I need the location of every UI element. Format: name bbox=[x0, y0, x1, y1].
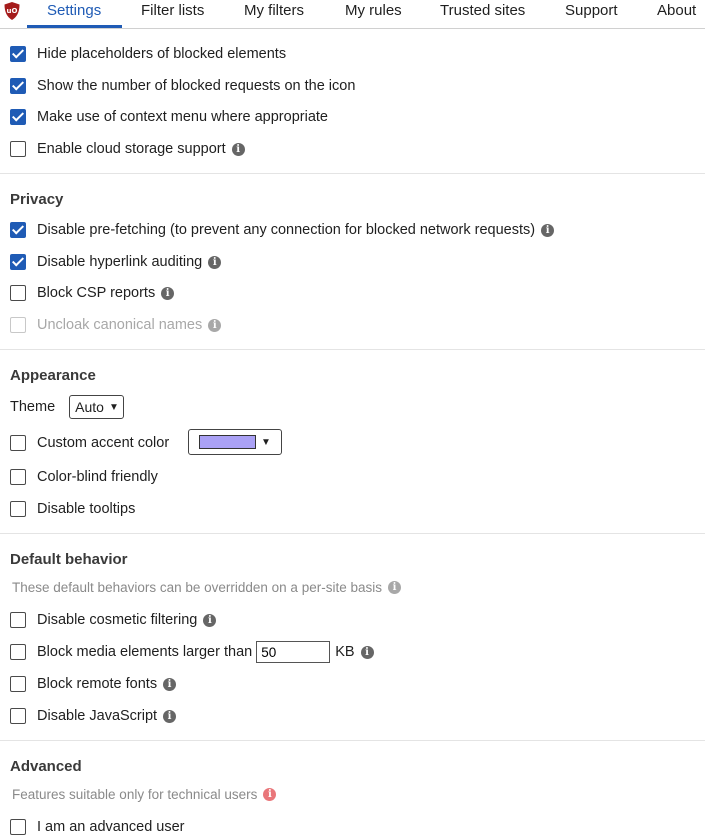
checkbox[interactable] bbox=[10, 109, 26, 125]
setting-block-large-media[interactable]: Block media elements larger than KB i bbox=[10, 641, 374, 663]
section-divider bbox=[0, 349, 705, 350]
checkbox[interactable] bbox=[10, 285, 26, 301]
note-text: These default behaviors can be overridde… bbox=[12, 580, 382, 595]
tab-bar: uO Settings Filter lists My filters My r… bbox=[0, 0, 705, 29]
checkbox[interactable] bbox=[10, 708, 26, 724]
section-heading-privacy: Privacy bbox=[10, 191, 64, 208]
setting-custom-accent-color[interactable]: Custom accent color bbox=[10, 433, 169, 453]
setting-disable-javascript[interactable]: Disable JavaScript i bbox=[10, 706, 177, 726]
section-divider bbox=[0, 533, 705, 534]
setting-theme: Theme Auto ▼ bbox=[10, 394, 124, 420]
setting-label: I am an advanced user bbox=[37, 819, 185, 835]
setting-label: Disable pre-fetching (to prevent any con… bbox=[37, 222, 536, 238]
checkbox[interactable] bbox=[10, 501, 26, 517]
setting-label: Make use of context menu where appropria… bbox=[37, 109, 328, 125]
checkbox[interactable] bbox=[10, 254, 26, 270]
checkbox[interactable] bbox=[10, 222, 26, 238]
accent-color-select[interactable]: ▼ bbox=[188, 429, 282, 455]
setting-label: Hide placeholders of blocked elements bbox=[37, 46, 287, 62]
info-icon[interactable]: i bbox=[231, 142, 245, 156]
tab-settings[interactable]: Settings bbox=[47, 0, 101, 28]
section-heading-advanced: Advanced bbox=[10, 758, 82, 775]
section-heading-appearance: Appearance bbox=[10, 367, 96, 384]
tab-my-rules[interactable]: My rules bbox=[345, 0, 402, 28]
theme-label: Theme bbox=[10, 399, 56, 415]
section-divider bbox=[0, 740, 705, 741]
setting-disable-cosmetic-filtering[interactable]: Disable cosmetic filtering i bbox=[10, 610, 217, 630]
section-divider bbox=[0, 173, 705, 174]
section-note: Features suitable only for technical use… bbox=[12, 787, 277, 802]
theme-select[interactable]: Auto ▼ bbox=[69, 395, 124, 419]
info-icon[interactable]: i bbox=[541, 223, 555, 237]
setting-label: Block remote fonts bbox=[37, 676, 158, 692]
info-icon[interactable]: i bbox=[163, 677, 177, 691]
section-heading-default-behavior: Default behavior bbox=[10, 551, 128, 568]
unit-label: KB bbox=[335, 644, 355, 660]
setting-uncloak-canonical-names: Uncloak canonical names i bbox=[10, 315, 222, 335]
color-swatch bbox=[199, 435, 256, 449]
setting-block-csp-reports[interactable]: Block CSP reports i bbox=[10, 283, 175, 303]
tab-trusted-sites[interactable]: Trusted sites bbox=[440, 0, 525, 28]
setting-context-menu[interactable]: Make use of context menu where appropria… bbox=[10, 107, 328, 127]
info-icon[interactable]: i bbox=[161, 286, 175, 300]
setting-disable-hyperlink-auditing[interactable]: Disable hyperlink auditing i bbox=[10, 252, 222, 272]
chevron-down-icon: ▼ bbox=[108, 401, 119, 413]
setting-label: Uncloak canonical names bbox=[37, 317, 203, 333]
setting-label: Disable hyperlink auditing bbox=[37, 254, 203, 270]
setting-label: Block CSP reports bbox=[37, 285, 156, 301]
checkbox[interactable] bbox=[10, 141, 26, 157]
section-note: These default behaviors can be overridde… bbox=[12, 580, 401, 595]
setting-label: Show the number of blocked requests on t… bbox=[37, 78, 356, 94]
ublock-logo-icon[interactable]: uO bbox=[4, 2, 20, 20]
setting-label: Disable cosmetic filtering bbox=[37, 612, 198, 628]
tab-about[interactable]: About bbox=[657, 0, 696, 28]
checkbox[interactable] bbox=[10, 46, 26, 62]
info-icon[interactable]: i bbox=[163, 709, 177, 723]
svg-text:uO: uO bbox=[7, 7, 18, 15]
info-icon[interactable]: i bbox=[263, 788, 277, 801]
checkbox[interactable] bbox=[10, 644, 26, 660]
tab-filter-lists[interactable]: Filter lists bbox=[141, 0, 204, 28]
theme-select-value: Auto bbox=[75, 399, 104, 415]
checkbox[interactable] bbox=[10, 819, 26, 835]
setting-label: Custom accent color bbox=[37, 435, 170, 451]
setting-disable-tooltips[interactable]: Disable tooltips bbox=[10, 499, 135, 519]
checkbox[interactable] bbox=[10, 612, 26, 628]
setting-label: Color-blind friendly bbox=[37, 469, 158, 485]
checkbox[interactable] bbox=[10, 78, 26, 94]
setting-hide-placeholders[interactable]: Hide placeholders of blocked elements bbox=[10, 44, 286, 64]
setting-label: Disable JavaScript bbox=[37, 708, 158, 724]
checkbox bbox=[10, 317, 26, 333]
setting-label: Disable tooltips bbox=[37, 501, 136, 517]
tab-support[interactable]: Support bbox=[565, 0, 618, 28]
info-icon[interactable]: i bbox=[360, 645, 374, 659]
checkbox[interactable] bbox=[10, 435, 26, 451]
active-tab-indicator bbox=[27, 25, 122, 28]
chevron-down-icon: ▼ bbox=[261, 436, 271, 448]
setting-color-blind-friendly[interactable]: Color-blind friendly bbox=[10, 467, 158, 487]
info-icon[interactable]: i bbox=[208, 255, 222, 269]
info-icon[interactable]: i bbox=[387, 581, 401, 594]
setting-cloud-storage[interactable]: Enable cloud storage support i bbox=[10, 139, 245, 159]
setting-label: Enable cloud storage support bbox=[37, 141, 226, 157]
setting-show-blocked-count[interactable]: Show the number of blocked requests on t… bbox=[10, 76, 355, 96]
setting-advanced-user[interactable]: I am an advanced user bbox=[10, 817, 185, 837]
setting-disable-prefetching[interactable]: Disable pre-fetching (to prevent any con… bbox=[10, 220, 555, 240]
checkbox[interactable] bbox=[10, 469, 26, 485]
info-icon[interactable]: i bbox=[203, 613, 217, 627]
tab-my-filters[interactable]: My filters bbox=[244, 0, 304, 28]
setting-label: Block media elements larger than bbox=[37, 644, 253, 660]
info-icon[interactable]: i bbox=[208, 318, 222, 332]
setting-block-remote-fonts[interactable]: Block remote fonts i bbox=[10, 674, 177, 694]
media-size-input[interactable] bbox=[256, 641, 331, 663]
checkbox[interactable] bbox=[10, 676, 26, 692]
note-text: Features suitable only for technical use… bbox=[12, 787, 258, 802]
